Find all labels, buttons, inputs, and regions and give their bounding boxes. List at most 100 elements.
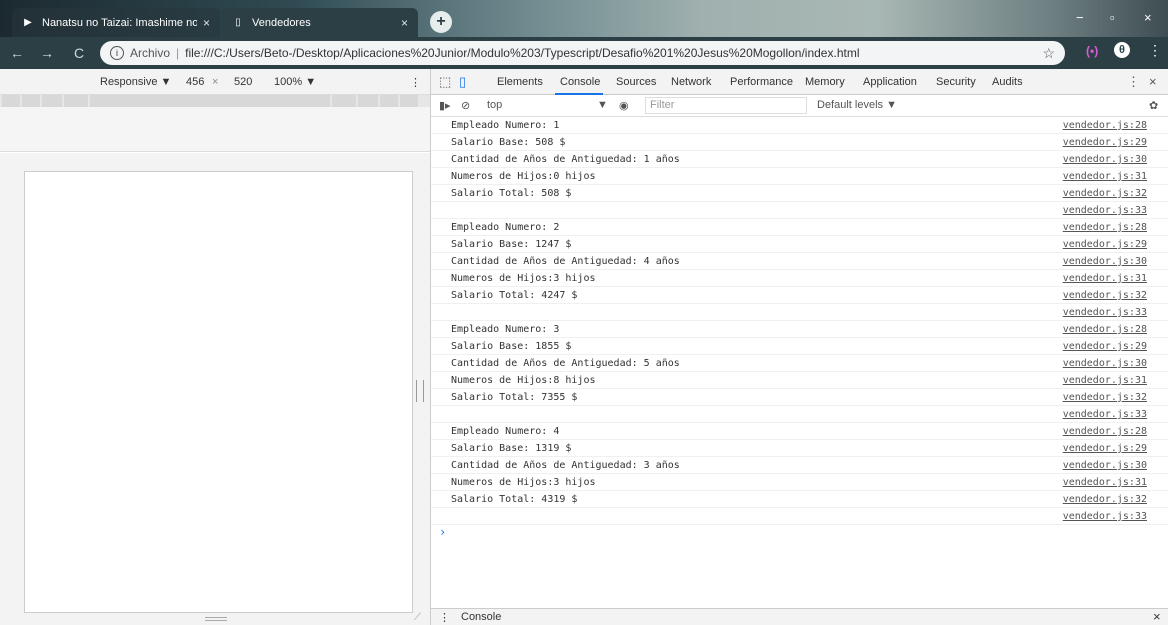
scheme-label: Archivo — [130, 46, 171, 60]
reload-icon[interactable]: C — [74, 45, 84, 61]
back-icon[interactable]: ← — [10, 45, 24, 61]
console-source-link[interactable]: vendedor.js:30 — [1063, 460, 1147, 471]
console-source-link[interactable]: vendedor.js:28 — [1063, 222, 1147, 233]
console-source-link[interactable]: vendedor.js:31 — [1063, 171, 1147, 182]
console-sidebar-icon[interactable]: ▮▸ — [439, 99, 451, 112]
tab-close-icon[interactable]: × — [401, 16, 408, 30]
console-source-link[interactable]: vendedor.js:31 — [1063, 477, 1147, 488]
console-message-text: Numeros de Hijos:3 hijos — [451, 273, 596, 284]
live-expression-eye-icon[interactable]: ◉ — [619, 99, 629, 112]
console-message-text: Numeros de Hijos:8 hijos — [451, 375, 596, 386]
console-source-link[interactable]: vendedor.js:28 — [1063, 426, 1147, 437]
device-mode-select[interactable]: Responsive ▼ — [100, 76, 171, 88]
info-icon[interactable]: i — [110, 46, 124, 60]
console-source-link[interactable]: vendedor.js:32 — [1063, 392, 1147, 403]
devtools-more-icon[interactable]: ⋮ — [1127, 74, 1140, 90]
device-page-frame — [24, 171, 413, 613]
console-source-link[interactable]: vendedor.js:30 — [1063, 256, 1147, 267]
maximize-icon[interactable]: ▫ — [1110, 10, 1115, 25]
console-message-text: Salario Total: 508 $ — [451, 188, 572, 199]
tab-performance[interactable]: Performance — [730, 76, 793, 88]
console-message-row: Salario Total: 508 $ vendedor.js:32 — [431, 185, 1168, 202]
tab-console[interactable]: Console — [560, 76, 600, 88]
console-message-text: Salario Base: 1247 $ — [451, 239, 572, 250]
new-tab-button[interactable]: + — [430, 11, 452, 33]
drawer-console-tab[interactable]: Console — [461, 611, 501, 623]
close-window-icon[interactable]: × — [1144, 10, 1152, 25]
context-select[interactable]: top — [487, 99, 502, 111]
tab-vendedores[interactable]: ▯ Vendedores × — [222, 8, 418, 37]
console-message-row: Numeros de Hijos:3 hijos vendedor.js:31 — [431, 474, 1168, 491]
console-source-link[interactable]: vendedor.js:33 — [1063, 307, 1147, 318]
console-source-link[interactable]: vendedor.js:33 — [1063, 511, 1147, 522]
tab-security[interactable]: Security — [936, 76, 976, 88]
console-prompt-row[interactable]: › — [431, 525, 1168, 542]
console-message-row: Salario Base: 1319 $ vendedor.js:29 — [431, 440, 1168, 457]
console-message-row: vendedor.js:33 — [431, 304, 1168, 321]
console-source-link[interactable]: vendedor.js:30 — [1063, 358, 1147, 369]
console-message-text: Empleado Numero: 2 — [451, 222, 560, 233]
console-source-link[interactable]: vendedor.js:29 — [1063, 239, 1147, 250]
extension-icon[interactable]: (•) — [1086, 44, 1098, 58]
viewport-height-input[interactable]: 520 — [234, 76, 252, 88]
console-source-link[interactable]: vendedor.js:31 — [1063, 375, 1147, 386]
tab-close-icon[interactable]: × — [203, 16, 210, 30]
console-message-text: Empleado Numero: 3 — [451, 324, 560, 335]
profile-avatar-icon[interactable]: θ — [1114, 42, 1130, 58]
drawer-close-icon[interactable]: × — [1153, 609, 1161, 624]
device-bottom-resize-handle[interactable] — [205, 617, 227, 621]
minimize-icon[interactable]: − — [1076, 10, 1084, 25]
tab-elements[interactable]: Elements — [497, 76, 543, 88]
address-bar[interactable]: i Archivo | file:///C:/Users/Beto-/Deskt… — [100, 41, 1065, 65]
url-text[interactable]: file:///C:/Users/Beto-/Desktop/Aplicacio… — [185, 46, 859, 60]
tab-memory[interactable]: Memory — [805, 76, 845, 88]
zoom-select[interactable]: 100% ▼ — [274, 76, 316, 88]
console-source-link[interactable]: vendedor.js:29 — [1063, 137, 1147, 148]
console-source-link[interactable]: vendedor.js:28 — [1063, 120, 1147, 131]
media-query-bar[interactable] — [0, 95, 430, 107]
console-source-link[interactable]: vendedor.js:32 — [1063, 290, 1147, 301]
console-source-link[interactable]: vendedor.js:30 — [1063, 154, 1147, 165]
bookmark-star-icon[interactable]: ☆ — [1042, 45, 1055, 62]
context-chevron-icon[interactable]: ▼ — [597, 99, 608, 111]
console-message-row: Numeros de Hijos:3 hijos vendedor.js:31 — [431, 270, 1168, 287]
drawer-menu-icon[interactable]: ⋮ — [439, 611, 450, 624]
device-more-icon[interactable]: ⋮ — [410, 76, 421, 89]
console-settings-icon[interactable]: ✿ — [1149, 99, 1158, 112]
tab-application[interactable]: Application — [863, 76, 917, 88]
device-resize-handle[interactable] — [416, 380, 424, 402]
console-drawer-bar: ⋮ Console × — [431, 608, 1168, 625]
console-source-link[interactable]: vendedor.js:28 — [1063, 324, 1147, 335]
console-source-link[interactable]: vendedor.js:31 — [1063, 273, 1147, 284]
device-corner-resize-icon[interactable]: ⟋ — [414, 612, 421, 623]
console-message-row: Empleado Numero: 1 vendedor.js:28 — [431, 117, 1168, 134]
console-message-row: Salario Base: 1247 $ vendedor.js:29 — [431, 236, 1168, 253]
browser-menu-icon[interactable]: ⋮ — [1148, 42, 1162, 59]
devtools-close-icon[interactable]: × — [1149, 74, 1157, 89]
tab-audits[interactable]: Audits — [992, 76, 1023, 88]
console-source-link[interactable]: vendedor.js:32 — [1063, 494, 1147, 505]
console-message-row: vendedor.js:33 — [431, 406, 1168, 423]
viewport-width-input[interactable]: 456 — [186, 76, 204, 88]
browser-toolbar: ← → C i Archivo | file:///C:/Users/Beto-… — [0, 37, 1168, 69]
device-toolbar: Responsive ▼ 456 × 520 100% ▼ ⋮ — [0, 69, 430, 95]
console-source-link[interactable]: vendedor.js:33 — [1063, 205, 1147, 216]
console-source-link[interactable]: vendedor.js:29 — [1063, 443, 1147, 454]
console-source-link[interactable]: vendedor.js:33 — [1063, 409, 1147, 420]
console-message-text: Salario Total: 7355 $ — [451, 392, 578, 403]
console-message-row: Cantidad de Años de Antiguedad: 3 años ve… — [431, 457, 1168, 474]
console-source-link[interactable]: vendedor.js:32 — [1063, 188, 1147, 199]
tab-nanatsu[interactable]: ▶ Nanatsu no Taizai: Imashime no F × — [12, 8, 220, 37]
console-message-text: Numeros de Hijos:3 hijos — [451, 477, 596, 488]
console-filter-input[interactable]: Filter — [645, 97, 807, 114]
console-source-link[interactable]: vendedor.js:29 — [1063, 341, 1147, 352]
clear-console-icon[interactable]: ⊘ — [461, 99, 470, 112]
forward-icon[interactable]: → — [40, 45, 54, 61]
tab-network[interactable]: Network — [671, 76, 711, 88]
tab-sources[interactable]: Sources — [616, 76, 656, 88]
inspect-element-icon[interactable]: ⬚ — [439, 74, 451, 90]
device-toggle-icon[interactable]: ▯ — [459, 74, 466, 90]
console-message-row: Salario Base: 1855 $ vendedor.js:29 — [431, 338, 1168, 355]
document-favicon-icon: ▯ — [235, 17, 241, 28]
log-levels-select[interactable]: Default levels ▼ — [817, 99, 897, 111]
